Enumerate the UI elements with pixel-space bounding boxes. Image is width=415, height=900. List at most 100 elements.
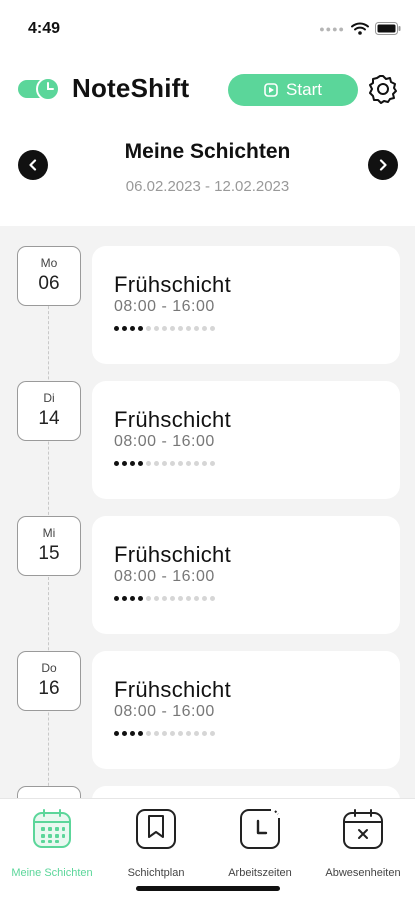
shift-time: 08:00 - 16:00 bbox=[114, 568, 215, 585]
progress-dot-empty bbox=[162, 596, 167, 601]
progress-dot-empty bbox=[162, 461, 167, 466]
progress-dot-empty bbox=[194, 461, 199, 466]
progress-dot-empty bbox=[178, 326, 183, 331]
progress-dot-empty bbox=[178, 731, 183, 736]
day-abbreviation: Mi bbox=[42, 526, 56, 540]
progress-dot-filled bbox=[122, 731, 127, 736]
start-button[interactable]: Start bbox=[228, 74, 358, 106]
progress-dot-empty bbox=[210, 326, 215, 331]
shift-time: 08:00 - 16:00 bbox=[114, 703, 215, 720]
progress-dot-empty bbox=[194, 596, 199, 601]
progress-dot-empty bbox=[170, 596, 175, 601]
progress-dot-empty bbox=[146, 461, 151, 466]
progress-dot-empty bbox=[186, 461, 191, 466]
progress-dot-empty bbox=[162, 731, 167, 736]
day-abbreviation: Di bbox=[43, 391, 55, 405]
progress-dot-filled bbox=[122, 461, 127, 466]
calendar-grid-icon bbox=[33, 809, 71, 848]
shift-time: 08:00 - 16:00 bbox=[114, 298, 215, 315]
progress-dot-filled bbox=[130, 326, 135, 331]
day-number: 16 bbox=[38, 678, 60, 699]
shift-row: Di 14 Frühschicht 08:00 - 16:00 bbox=[0, 361, 415, 499]
day-abbreviation: Mo bbox=[40, 256, 58, 270]
progress-dot-filled bbox=[122, 596, 127, 601]
status-icons: ●●●● bbox=[319, 22, 401, 35]
shift-title: Frühschicht bbox=[114, 542, 232, 567]
progress-dot-empty bbox=[154, 596, 159, 601]
next-week-button[interactable] bbox=[368, 150, 398, 180]
shift-row: Mo 06 Frühschicht 08:00 - 16:00 bbox=[0, 226, 415, 364]
shift-progress-dots bbox=[114, 326, 215, 331]
day-badge[interactable]: Do 16 bbox=[17, 651, 81, 711]
progress-dot-empty bbox=[170, 326, 175, 331]
day-badge[interactable] bbox=[17, 786, 81, 798]
clock-icon bbox=[240, 809, 280, 849]
day-badge[interactable]: Di 14 bbox=[17, 381, 81, 441]
tab-label: Abwesenheiten bbox=[325, 867, 401, 879]
tab-bar: Meine Schichten Schichtplan Arbeitszeite… bbox=[0, 798, 415, 900]
day-badge[interactable]: Mo 06 bbox=[17, 246, 81, 306]
start-button-label: Start bbox=[286, 80, 322, 99]
progress-dot-filled bbox=[122, 326, 127, 331]
progress-dot-empty bbox=[170, 731, 175, 736]
progress-dot-empty bbox=[178, 461, 183, 466]
progress-dot-empty bbox=[202, 461, 207, 466]
app-header: NoteShift Start bbox=[0, 62, 415, 120]
app-name: NoteShift bbox=[72, 73, 190, 103]
progress-dot-empty bbox=[186, 326, 191, 331]
progress-dot-empty bbox=[202, 596, 207, 601]
tab-arbeitszeiten[interactable]: Arbeitszeiten bbox=[208, 807, 312, 887]
day-badge[interactable]: Mi 15 bbox=[17, 516, 81, 576]
progress-dot-filled bbox=[114, 461, 119, 466]
shift-card[interactable]: Frühschicht 08:00 - 16:00 bbox=[92, 651, 400, 769]
progress-dot-empty bbox=[178, 596, 183, 601]
progress-dot-empty bbox=[202, 326, 207, 331]
progress-dot-filled bbox=[138, 596, 143, 601]
shift-card[interactable] bbox=[92, 786, 400, 798]
shift-title: Frühschicht bbox=[114, 407, 232, 432]
tab-label: Meine Schichten bbox=[11, 867, 93, 879]
gear-icon bbox=[369, 75, 397, 104]
shift-card[interactable]: Frühschicht 08:00 - 16:00 bbox=[92, 246, 400, 364]
settings-button[interactable] bbox=[366, 72, 400, 106]
signal-dots-icon: ●●●● bbox=[319, 23, 345, 34]
status-time: 4:49 bbox=[28, 20, 61, 37]
progress-dot-filled bbox=[114, 596, 119, 601]
wifi-icon bbox=[351, 22, 369, 35]
day-number: 15 bbox=[38, 543, 60, 564]
progress-dot-empty bbox=[162, 326, 167, 331]
tab-abwesenheiten[interactable]: Abwesenheiten bbox=[311, 807, 415, 887]
week-navigator: Meine Schichten 06.02.2023 - 12.02.2023 bbox=[0, 128, 415, 226]
tab-label: Arbeitszeiten bbox=[228, 867, 292, 879]
status-bar: 4:49 ●●●● bbox=[0, 0, 415, 56]
calendar-x-icon bbox=[343, 809, 383, 849]
progress-dot-empty bbox=[154, 326, 159, 331]
shift-time: 08:00 - 16:00 bbox=[114, 433, 215, 450]
progress-dot-empty bbox=[186, 731, 191, 736]
progress-dot-filled bbox=[130, 731, 135, 736]
shift-card[interactable]: Frühschicht 08:00 - 16:00 bbox=[92, 381, 400, 499]
shift-title: Frühschicht bbox=[114, 677, 232, 702]
tab-label: Schichtplan bbox=[127, 867, 185, 879]
shift-progress-dots bbox=[114, 731, 215, 736]
shift-list[interactable]: Mo 06 Frühschicht 08:00 - 16:00 Di 14 Fr… bbox=[0, 226, 415, 798]
progress-dot-filled bbox=[114, 731, 119, 736]
progress-dot-filled bbox=[130, 461, 135, 466]
shift-card[interactable]: Frühschicht 08:00 - 16:00 bbox=[92, 516, 400, 634]
shift-row: Mi 15 Frühschicht 08:00 - 16:00 bbox=[0, 496, 415, 634]
day-number: 14 bbox=[38, 408, 60, 429]
page-title: Meine Schichten bbox=[124, 140, 291, 163]
progress-dot-empty bbox=[194, 731, 199, 736]
week-date-range: 06.02.2023 - 12.02.2023 bbox=[125, 178, 290, 195]
shift-row-partial bbox=[0, 766, 415, 798]
day-number: 06 bbox=[38, 273, 60, 294]
progress-dot-empty bbox=[170, 461, 175, 466]
progress-dot-empty bbox=[210, 731, 215, 736]
progress-dot-empty bbox=[202, 731, 207, 736]
tab-schichtplan[interactable]: Schichtplan bbox=[104, 807, 208, 887]
home-indicator bbox=[136, 886, 280, 891]
bookmark-icon bbox=[136, 809, 176, 849]
progress-dot-empty bbox=[210, 596, 215, 601]
progress-dot-empty bbox=[210, 461, 215, 466]
tab-meine-schichten[interactable]: Meine Schichten bbox=[0, 807, 104, 887]
